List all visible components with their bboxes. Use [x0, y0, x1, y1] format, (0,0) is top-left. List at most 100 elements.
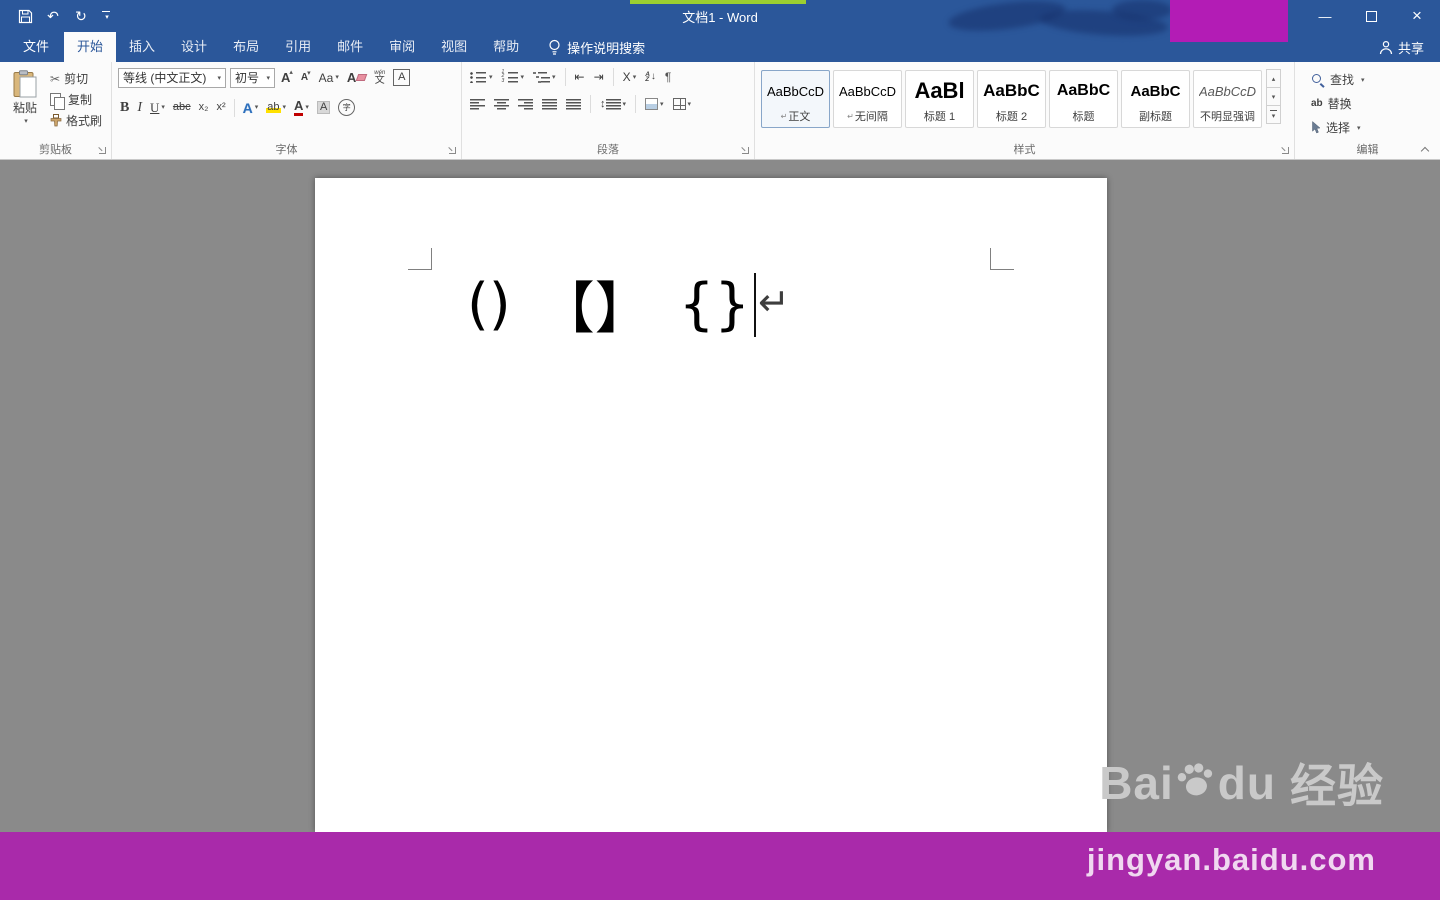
- copy-icon: [50, 93, 66, 110]
- editing-group: 查找 ▾ ab 替换 选择 ▾ 编辑: [1295, 62, 1440, 159]
- minimize-button[interactable]: —: [1302, 0, 1348, 32]
- highlight-icon: ab: [266, 101, 281, 113]
- change-case-button[interactable]: Aa ▾: [317, 70, 341, 86]
- superscript-button[interactable]: x²: [214, 100, 227, 115]
- separator: [612, 68, 614, 86]
- format-painter-button[interactable]: 格式刷: [50, 110, 102, 131]
- subscript-button[interactable]: x₂: [197, 100, 211, 115]
- asian-layout-button[interactable]: X ▾: [621, 69, 639, 85]
- multilevel-list-button[interactable]: ▾: [531, 69, 558, 85]
- numbering-button[interactable]: ▾: [500, 69, 527, 85]
- distribute-icon: [566, 98, 581, 110]
- baidu-watermark-logo: Bai du 经验: [1099, 750, 1384, 816]
- sort-button[interactable]: A Z ↓: [643, 70, 658, 85]
- style-name: 标题: [1072, 111, 1095, 123]
- find-button[interactable]: 查找 ▾: [1311, 69, 1436, 90]
- undo-button[interactable]: ↶: [42, 5, 64, 27]
- baidu-watermark-url: jingyan.baidu.com: [1086, 842, 1376, 877]
- character-shading-button[interactable]: A: [315, 99, 332, 116]
- tab-references[interactable]: 引用: [272, 32, 324, 62]
- style-card-heading1[interactable]: AaBl 标题 1: [905, 70, 974, 128]
- justify-button[interactable]: [540, 97, 559, 112]
- style-card-subtitle[interactable]: AaBbC 副标题: [1121, 70, 1190, 128]
- document-page[interactable]: () 【】 {} ↵: [315, 178, 1107, 832]
- watermark-bar: jingyan.baidu.com: [0, 832, 1440, 900]
- borders-button[interactable]: ▾: [671, 96, 694, 112]
- styles-scroll-down[interactable]: ▾: [1266, 87, 1281, 106]
- font-name-select[interactable]: 等线 (中文正文) ▾: [118, 67, 226, 88]
- separator: [233, 98, 235, 117]
- styles-dialog-launcher[interactable]: [1281, 146, 1290, 155]
- chevron-down-icon: ▾: [305, 103, 309, 111]
- align-left-button[interactable]: [468, 97, 487, 112]
- clipboard-dialog-launcher[interactable]: [98, 146, 107, 155]
- copy-label: 复制: [68, 93, 93, 107]
- tab-view[interactable]: 视图: [428, 32, 480, 62]
- cut-button[interactable]: ✂ 剪切: [50, 68, 102, 89]
- format-painter-label: 格式刷: [66, 114, 103, 128]
- italic-button[interactable]: I: [135, 99, 144, 117]
- maximize-button[interactable]: [1348, 0, 1394, 32]
- strikethrough-button[interactable]: abc: [171, 100, 193, 115]
- tell-me-search[interactable]: 操作说明搜索: [548, 32, 645, 62]
- chevron-down-icon: ▾: [335, 74, 339, 81]
- replace-button[interactable]: ab 替换: [1311, 93, 1436, 114]
- tab-help[interactable]: 帮助: [480, 32, 532, 62]
- word-application-window: ↶ ↻ ▾ 文档1 - Word — × 文件 开始 插入 设计 布局 引用 邮…: [0, 0, 1440, 900]
- tab-review[interactable]: 审阅: [376, 32, 428, 62]
- distribute-button[interactable]: [564, 97, 583, 112]
- clear-formatting-button[interactable]: A: [345, 69, 368, 86]
- save-icon: [18, 9, 32, 23]
- style-card-body-text[interactable]: AaBbCcD ↵ 正文: [761, 70, 830, 128]
- paragraph-dialog-launcher[interactable]: [741, 146, 750, 155]
- paste-button[interactable]: 粘贴 ▾: [6, 66, 44, 131]
- tab-home[interactable]: 开始: [64, 32, 117, 62]
- font-size-select[interactable]: 初号 ▾: [230, 67, 275, 88]
- styles-scroll-up[interactable]: ▴: [1266, 69, 1281, 88]
- close-button[interactable]: ×: [1394, 0, 1440, 32]
- redo-button[interactable]: ↻: [70, 5, 92, 27]
- share-button[interactable]: 共享: [1379, 32, 1440, 62]
- document-canvas: () 【】 {} ↵ Bai du 经验: [0, 160, 1440, 832]
- shading-button[interactable]: ▾: [643, 96, 666, 112]
- styles-gallery-more[interactable]: ▾: [1266, 105, 1281, 124]
- character-border-icon: A: [393, 69, 411, 86]
- style-card-subtle-emphasis[interactable]: AaBbCcD 不明显强调: [1193, 70, 1262, 128]
- text-effects-button[interactable]: A ▾: [241, 99, 261, 117]
- increase-indent-button[interactable]: ⇥: [592, 69, 606, 85]
- show-marks-button[interactable]: ¶: [663, 69, 673, 85]
- tab-file[interactable]: 文件: [8, 32, 64, 62]
- bullets-button[interactable]: ▾: [468, 69, 495, 85]
- save-button[interactable]: [14, 5, 36, 27]
- customize-qat-button[interactable]: ▾: [98, 5, 114, 27]
- highlight-button[interactable]: ab ▾: [264, 100, 288, 115]
- underline-button[interactable]: U ▾: [148, 99, 167, 116]
- decrease-indent-button[interactable]: ⇤: [573, 69, 587, 85]
- lines-icon: [605, 98, 621, 110]
- tab-insert[interactable]: 插入: [116, 32, 168, 62]
- character-border-button[interactable]: A: [391, 67, 412, 88]
- enclose-character-button[interactable]: 字: [336, 97, 357, 118]
- style-card-title[interactable]: AaBbC 标题: [1049, 70, 1118, 128]
- select-cursor-icon: [1312, 121, 1321, 134]
- style-card-no-spacing[interactable]: AaBbCcD ↵ 无间隔: [833, 70, 902, 128]
- paste-clipboard-icon: [13, 70, 37, 98]
- shrink-font-button[interactable]: A ▾: [299, 70, 313, 85]
- select-button[interactable]: 选择 ▾: [1311, 117, 1436, 138]
- paragraph-group-label: 段落: [597, 144, 619, 156]
- line-spacing-button[interactable]: ↕ ▾: [598, 97, 628, 112]
- copy-button[interactable]: 复制: [50, 89, 102, 110]
- phonetic-guide-button[interactable]: wén 文: [372, 68, 387, 88]
- chevron-down-icon: ▾: [520, 73, 525, 81]
- style-card-heading2[interactable]: AaBbC 标题 2: [977, 70, 1046, 128]
- font-color-button[interactable]: A ▾: [292, 97, 311, 118]
- tab-mailings[interactable]: 邮件: [324, 32, 376, 62]
- collapse-ribbon-button[interactable]: [1420, 146, 1430, 154]
- font-dialog-launcher[interactable]: [448, 146, 457, 155]
- tab-design[interactable]: 设计: [168, 32, 220, 62]
- tab-layout[interactable]: 布局: [220, 32, 272, 62]
- align-center-button[interactable]: [492, 97, 511, 112]
- bold-button[interactable]: B: [118, 99, 131, 117]
- grow-font-button[interactable]: A ▴: [279, 69, 295, 86]
- align-right-button[interactable]: [516, 97, 535, 112]
